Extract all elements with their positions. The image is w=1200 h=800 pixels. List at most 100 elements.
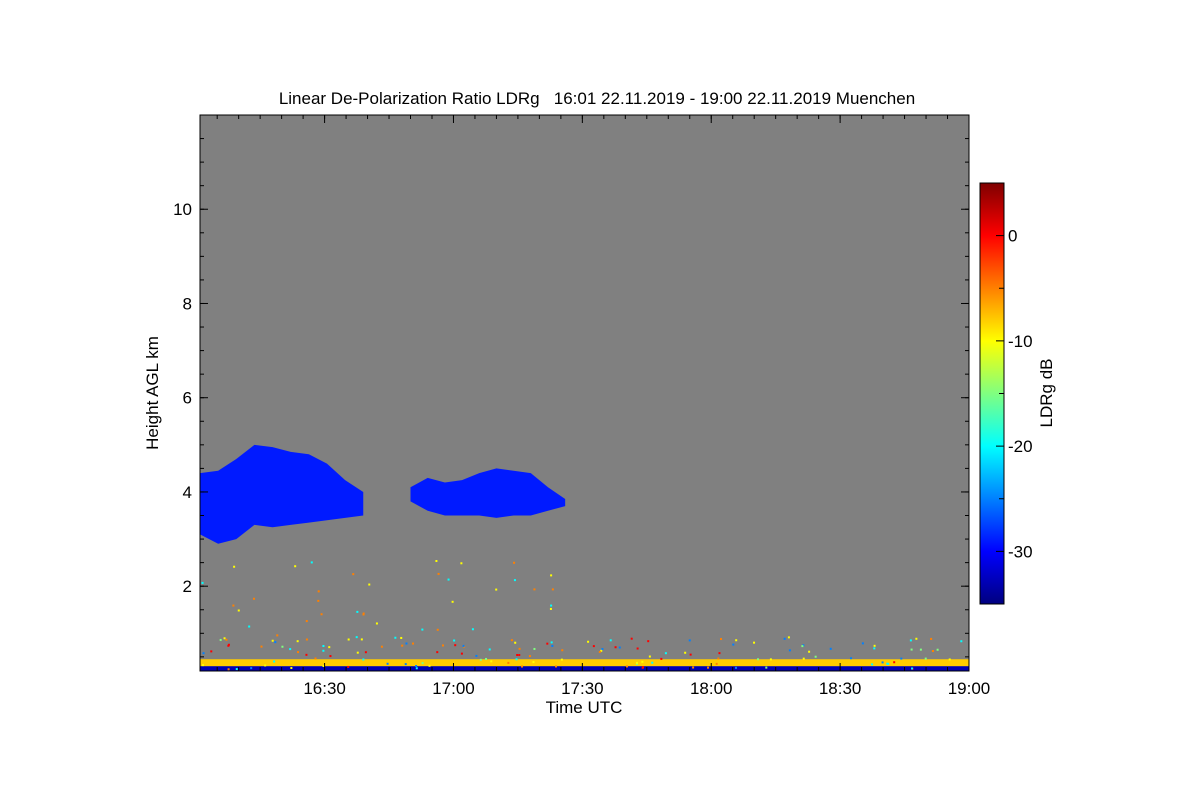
speckle [329,655,332,658]
speckle [936,648,939,651]
y-tick-label: 10 [173,200,192,219]
x-tick-label: 18:30 [819,679,862,698]
speckle [328,646,331,649]
speckle [289,648,292,651]
speckle [273,660,276,663]
speckle [647,640,650,643]
speckle [514,641,517,644]
speckle [614,646,617,649]
speckle [829,647,832,650]
speckle [960,640,963,643]
speckle [641,660,644,663]
speckle [814,655,817,658]
speckle [305,638,308,641]
speckle [401,644,404,647]
speckle [910,648,913,651]
speckle [479,658,482,661]
speckle [475,654,478,657]
speckle [915,637,918,640]
x-tick-label: 17:00 [432,679,475,698]
speckle [223,637,226,640]
speckle [225,638,228,641]
speckle [549,607,552,610]
speckle [664,652,667,655]
speckle [415,667,418,670]
speckle [930,637,933,640]
speckle [260,645,263,648]
speckle [735,639,738,642]
speckle [618,646,621,649]
speckle [202,652,205,655]
speckle [692,666,695,669]
speckle [347,665,350,668]
speckle [735,666,738,669]
speckle [362,658,365,661]
speckle [368,583,371,586]
speckle [510,639,513,642]
speckle [296,640,299,643]
speckle [421,662,424,665]
speckle [648,655,651,658]
speckle [364,651,367,654]
colorbar-tick-label: -10 [1008,332,1033,351]
speckle [625,665,628,668]
speckle [546,642,549,645]
speckle [314,657,317,660]
speckle [485,657,488,660]
speckle [641,666,644,669]
speckle [400,636,403,639]
speckle [412,642,415,645]
colorbar: 0 -10 -20 -30 LDRg dB [979,182,1056,605]
speckle [441,644,444,647]
speckle [719,638,722,641]
speckle [873,644,876,647]
speckle [490,660,493,663]
speckle [521,665,524,668]
x-tick-label: 19:00 [948,679,991,698]
x-tick-label: 16:30 [303,679,346,698]
speckle [219,638,222,641]
speckle [428,664,431,667]
speckle [460,562,463,565]
speckle [210,650,213,653]
speckle [317,590,320,593]
speckle [598,650,601,653]
plot-area: 16:30 17:00 17:30 18:00 18:30 19:00 2 4 6 8 10 [173,114,991,698]
speckle [801,645,804,648]
speckle [551,644,554,647]
speckle [550,641,553,644]
speckle [787,636,790,639]
speckle [802,657,805,660]
plot-background [200,115,969,671]
speckle [322,645,325,648]
speckle [924,657,927,660]
speckle [507,661,510,664]
x-tick-label: 18:00 [690,679,733,698]
y-tick-label: 4 [183,483,192,502]
speckle [871,663,874,666]
speckle [513,579,516,582]
speckle [551,588,554,591]
speckle [305,620,308,623]
speckle [297,651,300,654]
speckle [769,658,772,661]
speckle [276,634,279,637]
speckle [237,609,240,612]
speckle [528,655,531,658]
speckle [555,665,558,668]
speckle [515,658,518,661]
speckle [310,561,313,564]
colorbar-tick-label: 0 [1008,227,1017,246]
speckle [513,561,516,564]
speckle [360,638,363,641]
speckle [909,639,912,642]
speckle [518,654,521,657]
speckle [873,647,876,650]
speckle [404,663,407,666]
speckle [495,588,498,591]
speckle [471,628,474,631]
speckle [453,639,456,642]
x-axis-label: Time UTC [546,698,623,717]
speckle [202,664,205,667]
colorbar-tick-label: -20 [1008,437,1033,456]
